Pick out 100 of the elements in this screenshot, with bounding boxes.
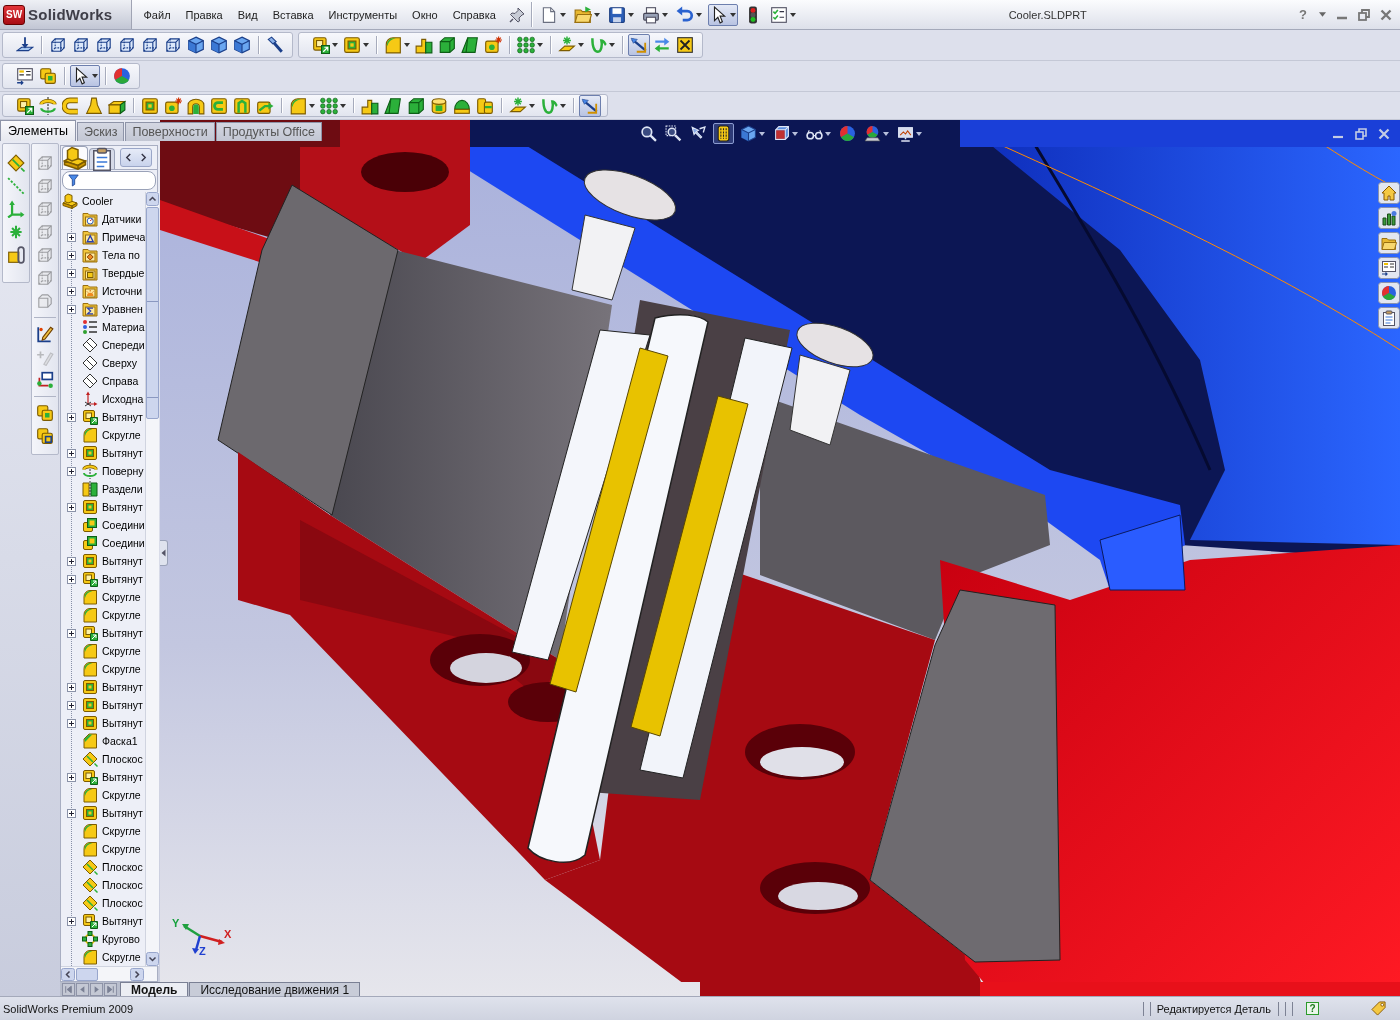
expand-icon[interactable] — [67, 682, 76, 692]
caret-icon[interactable] — [883, 131, 889, 136]
chevron-right-icon[interactable] — [140, 153, 147, 162]
tree-item[interactable]: Плоскос — [82, 877, 143, 893]
arrow-right-icon[interactable] — [130, 967, 144, 981]
cube-icon[interactable] — [187, 36, 205, 54]
close-icon[interactable] — [1380, 8, 1392, 21]
pointer-arrow-icon[interactable] — [690, 125, 707, 142]
tree-item[interactable]: Скругле — [82, 949, 141, 965]
home-icon[interactable] — [1378, 182, 1400, 204]
help-button[interactable]: ? — [1306, 1002, 1319, 1015]
collapse-handle[interactable] — [160, 540, 168, 566]
tree-item[interactable]: Твердые — [82, 265, 145, 281]
tab[interactable]: Поверхности — [125, 122, 215, 141]
caret-icon[interactable] — [825, 131, 831, 136]
caret-icon[interactable] — [404, 43, 410, 47]
tree-item[interactable]: Плоскос — [82, 895, 143, 911]
expand-icon[interactable] — [67, 412, 76, 422]
normal-arrow-icon[interactable] — [16, 36, 34, 54]
bell-icon[interactable] — [85, 96, 103, 115]
checklist-icon[interactable] — [770, 5, 789, 24]
tab[interactable]: Модель — [120, 982, 189, 996]
caret-icon[interactable] — [332, 43, 338, 47]
expand-icon[interactable] — [67, 502, 76, 512]
clipboard-icon[interactable] — [1378, 307, 1400, 329]
tree-item[interactable]: Скругле — [82, 787, 141, 803]
cube-icon[interactable] — [210, 36, 228, 54]
framed-square-icon[interactable] — [343, 36, 361, 54]
tree-item[interactable]: Соедини — [82, 535, 145, 551]
caret-icon[interactable] — [790, 12, 797, 17]
expand-icon[interactable] — [67, 808, 76, 818]
expand-icon[interactable] — [67, 772, 76, 782]
caret-icon[interactable] — [628, 12, 635, 17]
wireframe-cube-icon[interactable] — [72, 36, 90, 54]
wireframe-cube-icon[interactable] — [49, 36, 67, 54]
wireframe-cube-icon[interactable] — [118, 36, 136, 54]
c-frame-icon[interactable] — [210, 96, 228, 115]
torch-icon[interactable] — [266, 36, 284, 54]
sparkle-box-icon[interactable] — [484, 36, 502, 54]
expand-icon[interactable] — [67, 232, 76, 242]
tree-item[interactable]: Вытянут — [82, 805, 143, 821]
tree-item[interactable]: Скругле — [82, 607, 141, 623]
axis-arc-icon[interactable] — [39, 96, 57, 115]
tree-item[interactable]: Вытянут — [82, 913, 143, 929]
tree-item[interactable]: Вытянут — [82, 769, 143, 785]
tree-item[interactable]: Источни — [82, 283, 143, 299]
caret-icon[interactable] — [363, 43, 369, 47]
save-icon[interactable] — [608, 5, 627, 24]
folder-arrow-icon[interactable] — [574, 5, 593, 24]
drum-icon[interactable] — [430, 96, 448, 115]
menu-item[interactable]: Правка — [178, 6, 231, 23]
caret-icon[interactable] — [309, 103, 315, 108]
tree-item[interactable]: Справа — [82, 373, 139, 389]
color-ball-icon[interactable] — [839, 125, 856, 142]
caret-icon[interactable] — [609, 43, 615, 47]
tree-item[interactable]: Материа — [82, 319, 145, 335]
tree-item[interactable]: Плоскос — [82, 859, 143, 875]
caret-icon[interactable] — [792, 131, 798, 136]
magnifier-box-icon[interactable] — [665, 125, 682, 142]
tab[interactable]: Элементы — [0, 120, 76, 141]
tree-item[interactable]: Примеча — [82, 229, 146, 245]
caret-icon[interactable] — [529, 103, 535, 108]
tree-item[interactable]: Скругле — [82, 841, 141, 857]
tree-item[interactable]: Исходна — [82, 391, 144, 407]
tab[interactable]: Эскиз — [77, 122, 125, 141]
tree-item[interactable]: Кругово — [82, 931, 140, 947]
scrollbar[interactable] — [61, 966, 157, 981]
undo-icon[interactable] — [676, 5, 695, 24]
bar-chart-icon[interactable] — [1378, 207, 1400, 229]
tab[interactable]: Продукты Office — [215, 122, 323, 141]
toolbar-button[interactable] — [70, 65, 100, 87]
tree-item[interactable]: Вытянут — [82, 697, 143, 713]
printer-icon[interactable] — [642, 5, 661, 24]
clip-block-icon[interactable] — [7, 246, 25, 264]
arrow-left-icon[interactable] — [61, 967, 75, 981]
caret-icon[interactable] — [916, 131, 922, 136]
caret-icon[interactable] — [560, 103, 566, 108]
wireframe-cube-icon[interactable] — [95, 36, 113, 54]
tree-item[interactable]: Поверну — [82, 463, 144, 479]
dotted-line-icon[interactable] — [7, 177, 25, 195]
scrollbar[interactable] — [145, 192, 160, 966]
panel-tab[interactable] — [89, 148, 115, 169]
step-block-icon[interactable] — [415, 36, 433, 54]
cube-icon[interactable] — [233, 36, 251, 54]
property-list-icon[interactable] — [16, 67, 34, 85]
cube-icon[interactable] — [740, 125, 757, 142]
caret-icon[interactable] — [560, 12, 567, 17]
tree-item[interactable]: Сверху — [82, 355, 138, 371]
menu-item[interactable]: Окно — [404, 6, 446, 23]
caret-icon[interactable] — [730, 12, 737, 17]
tree-item[interactable]: Скругле — [82, 589, 141, 605]
expand-icon[interactable] — [67, 574, 76, 584]
folder-icon[interactable] — [1378, 232, 1400, 254]
framed-square-icon[interactable] — [141, 96, 159, 115]
tree-item[interactable]: Вытянут — [82, 409, 143, 425]
tab[interactable]: Исследование движения 1 — [189, 982, 361, 996]
restore-icon[interactable] — [1355, 128, 1367, 140]
dot-grid-icon[interactable] — [517, 36, 535, 54]
caret-icon[interactable] — [1319, 12, 1326, 17]
tree-item[interactable]: Вытянут — [82, 499, 143, 515]
